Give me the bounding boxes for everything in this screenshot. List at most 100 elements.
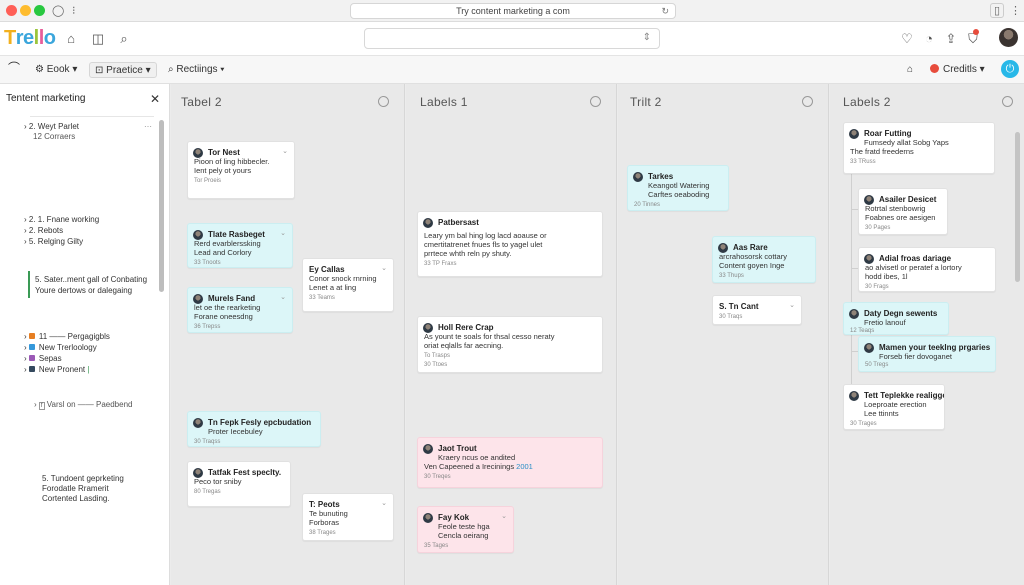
practice-menu[interactable]: ⊡ Praetice ▾ — [89, 62, 157, 78]
tab-icon[interactable]: ◯ — [52, 4, 64, 17]
sidebar-item[interactable]: › 2. Weyt Parlet ⋯ — [24, 122, 152, 131]
card-text: Keangotl Watering — [648, 181, 710, 190]
card-title: Tor Nest — [208, 148, 240, 157]
card[interactable]: Tn Fepk Fesly epcbudation Proter Iecebul… — [187, 411, 321, 447]
sidebar-item[interactable]: Cortented Lasding. — [42, 494, 110, 503]
search-options-icon[interactable]: ⇕ — [643, 32, 651, 43]
sidebar-item[interactable]: Forodatle Rramerit — [42, 484, 109, 493]
close-window-button[interactable] — [6, 5, 17, 16]
column-menu-icon[interactable] — [590, 96, 601, 107]
sidebar-item[interactable]: › New Pronent | — [24, 365, 89, 374]
column-title: Labels 1 — [420, 95, 468, 109]
search-input[interactable]: ⇕ — [364, 28, 660, 49]
chevron-down-icon[interactable]: ⌄ — [280, 229, 286, 238]
avatar[interactable] — [999, 28, 1018, 47]
sidebar-item[interactable]: 5. Sater..ment gall of Conbating — [35, 275, 147, 284]
sidebar-toggle-icon[interactable]: ⁝ — [72, 4, 76, 17]
card[interactable]: Daty Degn sewents Fretio lanouf 12 Teaqs — [843, 302, 949, 335]
avatar — [718, 243, 728, 253]
card-meta: 30 Pages — [865, 225, 891, 231]
column-menu-icon[interactable] — [378, 96, 389, 107]
heart-icon[interactable]: ♡ — [899, 31, 915, 47]
card-text: Leary ym bal hing log lacd aoause or — [424, 231, 547, 240]
logo-letter: e — [23, 27, 34, 49]
sidebar-item[interactable]: › Sepas — [24, 354, 62, 363]
sidebar-scrollbar[interactable] — [159, 120, 164, 292]
more-icon[interactable]: ⋮ — [1010, 4, 1021, 17]
card[interactable]: Roar Futting Fumsedy allat Sobg Yaps The… — [843, 122, 995, 174]
card-title: Mamen your teeklng prgaries — [879, 343, 991, 352]
sidebar-item[interactable]: 12 Corraers — [33, 132, 75, 141]
card[interactable]: ⌄ T: Peots Te bunuting Forboras 38 Trage… — [302, 493, 394, 541]
card[interactable]: Jaot Trout Kraery ncus oe andited Ven Ca… — [417, 437, 603, 488]
notifications-icon[interactable]: ◔ — [921, 31, 937, 47]
close-icon[interactable]: ✕ — [150, 92, 160, 106]
card[interactable]: Patbersast Leary ym bal hing log lacd ao… — [417, 211, 603, 277]
card[interactable]: Tarkes Keangotl Watering Carftes oeabodi… — [627, 165, 729, 211]
card[interactable]: Adial froas dariage ao alvisetl or perat… — [858, 247, 996, 292]
chevron-down-icon[interactable]: ⌄ — [282, 147, 288, 156]
card[interactable]: ⌄ Ey Callas Conor snock rnrning Lenet a … — [302, 258, 394, 312]
more-icon[interactable]: ⋯ — [144, 122, 152, 131]
card[interactable]: ⌄ Fay Kok Feole teste hga Cencla oeirang… — [417, 506, 514, 553]
column-menu-icon[interactable] — [802, 96, 813, 107]
trello-logo[interactable]: Trello — [4, 27, 56, 50]
card[interactable]: Holl Rere Crap As yount te soals for ths… — [417, 316, 603, 373]
card[interactable]: ⌄ Tor Nest Pioon of ling hibbecler. Ient… — [187, 141, 295, 199]
power-up-icon[interactable]: ⏻ — [1001, 60, 1019, 78]
sidebar-item[interactable]: › 5. Relging Gilty — [24, 237, 83, 246]
chevron-down-icon[interactable]: ⌄ — [501, 512, 507, 521]
active-indicator — [28, 271, 30, 298]
address-bar[interactable]: Try content marketing a com ↻ — [350, 3, 676, 19]
back-icon[interactable]: ⌒ — [8, 60, 20, 76]
alert-badge — [973, 29, 979, 35]
chevron-down-icon[interactable]: ⌄ — [381, 499, 387, 508]
sidebar-item[interactable]: 5. Tundoent geprketing — [42, 474, 124, 483]
maximize-window-button[interactable] — [34, 5, 45, 16]
avatar — [193, 294, 203, 304]
minimize-window-button[interactable] — [20, 5, 31, 16]
card[interactable]: ⌄ S. Tn Cant 30 Traqs — [712, 295, 802, 325]
card-title: S. Tn Cant — [719, 302, 759, 311]
card[interactable]: ⌄ Tlate Rasbeget Rerd evarblerssking Lea… — [187, 223, 293, 268]
card[interactable]: Tett Teplekke realigge Loeproate erectio… — [843, 384, 945, 430]
column-menu-icon[interactable] — [1002, 96, 1013, 107]
card[interactable]: Tatfak Fest speclty. Peco tor sniby 80 T… — [187, 461, 291, 507]
sidebar-item[interactable]: › f Varsl on —— Paedbend — [34, 400, 132, 410]
chevron-down-icon[interactable]: ⌄ — [280, 293, 286, 302]
card-title: Tarkes — [648, 172, 674, 181]
sidebar-item[interactable]: Youre dertows or dalegaing — [35, 286, 132, 295]
board-scrollbar[interactable] — [1015, 132, 1020, 282]
rectings-menu-label: Rectiings — [176, 64, 218, 75]
share-icon[interactable]: ▯ — [990, 3, 1005, 18]
book-menu-label: Eook — [46, 64, 70, 75]
avatar — [193, 468, 203, 478]
card-meta: To Trasps — [424, 353, 451, 359]
card-text: Te bunuting — [309, 509, 348, 518]
sidebar-item[interactable]: › 2. 1. Fnane working — [24, 215, 99, 224]
chevron-down-icon[interactable]: ⌄ — [381, 264, 387, 273]
column-title: Labels 2 — [843, 95, 891, 109]
sidebar-item[interactable]: › 11 —— Pergagigbls — [24, 332, 110, 341]
card-meta: 33 Thups — [719, 273, 744, 279]
workspace-home-icon[interactable]: ⌂ — [907, 62, 913, 78]
chevron-down-icon[interactable]: ⌄ — [789, 301, 795, 310]
sidebar-item[interactable]: › 2. Rebots — [24, 226, 63, 235]
card[interactable]: Asailer Desicet Rotrtal stenbowrig Foabn… — [858, 188, 948, 235]
reload-icon[interactable]: ↻ — [661, 4, 669, 18]
card[interactable]: Aas Rare arcrahosorsk cottary Content go… — [712, 236, 816, 283]
search-icon[interactable]: ⌕ — [116, 31, 132, 47]
card-title: Tn Fepk Fesly epcbudation — [208, 418, 312, 427]
home-icon[interactable]: ⌂ — [63, 31, 79, 47]
boards-icon[interactable]: ◫ — [90, 31, 106, 47]
avatar — [849, 129, 859, 139]
credits-label: Creditls — [943, 64, 977, 75]
card[interactable]: ⌄ Murels Fand let oe the rearketing Fora… — [187, 287, 293, 333]
sidebar-item[interactable]: › New Trerloology — [24, 343, 97, 352]
upload-icon[interactable]: ⇪ — [943, 31, 959, 47]
book-menu[interactable]: ⚙ Eook ▾ — [35, 62, 77, 78]
card-text: prrtece whth reln py shuty. — [424, 249, 512, 258]
card[interactable]: Mamen your teeklng prgaries Forseb fier … — [858, 336, 996, 372]
rectings-menu[interactable]: ⌕ Rectiings ▾ — [168, 62, 225, 78]
credits-menu[interactable]: Creditls ▾ — [930, 62, 985, 78]
